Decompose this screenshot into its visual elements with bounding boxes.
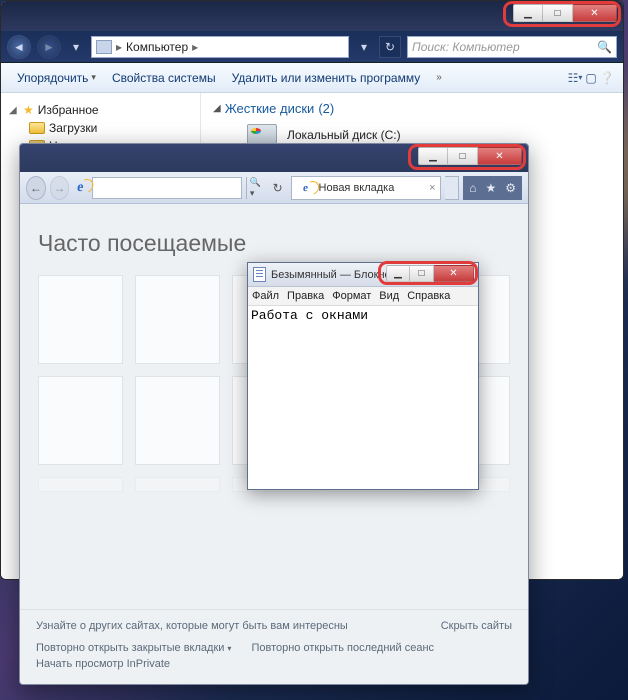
maximize-button[interactable]: □ [448, 147, 478, 165]
close-button[interactable]: ✕ [573, 4, 617, 22]
menu-file[interactable]: Файл [252, 290, 279, 302]
minimize-button[interactable]: ▁ [386, 265, 410, 282]
preview-pane-button[interactable]: ▢ [583, 70, 599, 86]
back-button[interactable]: ← [26, 176, 46, 200]
maximize-button[interactable]: □ [543, 4, 573, 22]
help-button[interactable]: ❔ [599, 70, 615, 86]
site-tile[interactable] [38, 477, 123, 492]
reopen-last-session-link[interactable]: Повторно открыть последний сеанс [251, 642, 434, 654]
search-placeholder: Поиск: Компьютер [412, 40, 520, 54]
site-tile[interactable] [135, 376, 220, 465]
site-tile[interactable] [135, 477, 220, 492]
discover-sites-link[interactable]: Узнайте о других сайтах, которые могут б… [36, 620, 348, 632]
favorites-group[interactable]: ◢ ★ Избранное [7, 101, 194, 119]
address-bar[interactable] [92, 177, 242, 199]
notepad-window: Безымянный — Блокнот ▁ □ ✕ Файл Правка Ф… [247, 262, 479, 490]
site-tile[interactable] [38, 275, 123, 364]
organize-menu[interactable]: Упорядочить▾ [9, 67, 104, 89]
collapse-icon: ◢ [213, 103, 221, 114]
sidebar-item-downloads[interactable]: Загрузки [7, 119, 194, 137]
notepad-menubar: Файл Правка Формат Вид Справка [248, 287, 478, 306]
search-icon: 🔍 [597, 40, 612, 54]
page-heading: Часто посещаемые [38, 230, 510, 257]
reopen-closed-tabs-link[interactable]: Повторно открыть закрытые вкладки▾ [36, 642, 231, 654]
new-tab-button[interactable] [445, 176, 460, 200]
hard-drives-section[interactable]: ◢ Жесткие диски (2) [213, 101, 611, 116]
address-bar[interactable]: ▸ Компьютер ▸ [91, 36, 349, 58]
ie-navbar: ← → e 🔍▾ ↻ e Новая вкладка × ⌂ ★ ⚙ [20, 172, 528, 204]
explorer-toolbar: Упорядочить▾ Свойства системы Удалить ил… [1, 63, 623, 93]
forward-button[interactable]: ► [37, 35, 61, 59]
window-title: Безымянный — Блокнот [271, 269, 395, 281]
menu-format[interactable]: Формат [332, 290, 371, 302]
home-button[interactable]: ⌂ [469, 181, 476, 195]
back-button[interactable]: ◄ [7, 35, 31, 59]
computer-icon [96, 40, 112, 54]
breadcrumb-item[interactable]: Компьютер [126, 40, 188, 54]
search-split-button[interactable]: 🔍▾ [246, 177, 265, 199]
ie-page-footer: Узнайте о других сайтах, которые могут б… [20, 609, 528, 684]
collapse-icon: ◢ [9, 105, 19, 116]
chevron-right-icon: ▸ [116, 40, 122, 54]
explorer-titlebar[interactable]: ▁ □ ✕ [1, 1, 623, 31]
close-button[interactable]: ✕ [434, 265, 474, 282]
forward-button[interactable]: → [50, 176, 70, 200]
toolbar-overflow[interactable]: » [428, 68, 450, 87]
menu-help[interactable]: Справка [407, 290, 450, 302]
maximize-button[interactable]: □ [410, 265, 434, 282]
refresh-button[interactable]: ↻ [269, 177, 287, 199]
site-tile[interactable] [135, 275, 220, 364]
tools-button[interactable]: ⚙ [505, 181, 516, 195]
chevron-right-icon: ▸ [192, 40, 198, 54]
site-tile[interactable] [38, 376, 123, 465]
address-dropdown[interactable]: ▾ [355, 38, 373, 56]
star-icon: ★ [23, 103, 34, 117]
system-properties-button[interactable]: Свойства системы [104, 67, 224, 89]
notepad-titlebar[interactable]: Безымянный — Блокнот ▁ □ ✕ [248, 263, 478, 287]
ie-command-bar: ⌂ ★ ⚙ [463, 176, 522, 200]
chevron-down-icon: ▾ [91, 72, 96, 83]
browser-tab[interactable]: e Новая вкладка × [291, 176, 441, 200]
notepad-editor[interactable] [248, 306, 478, 489]
ie-logo-icon: e [73, 179, 87, 197]
ie-titlebar[interactable]: ▁ □ ✕ [20, 144, 528, 172]
chevron-down-icon: ▾ [227, 644, 231, 653]
inprivate-link[interactable]: Начать просмотр InPrivate [36, 658, 170, 670]
explorer-navbar: ◄ ► ▾ ▸ Компьютер ▸ ▾ ↻ Поиск: Компьютер… [1, 31, 623, 63]
menu-edit[interactable]: Правка [287, 290, 324, 302]
history-dropdown[interactable]: ▾ [67, 38, 85, 56]
minimize-button[interactable]: ▁ [513, 4, 543, 22]
notepad-icon [253, 267, 266, 282]
uninstall-programs-button[interactable]: Удалить или изменить программу [224, 67, 429, 89]
hide-sites-link[interactable]: Скрыть сайты [441, 620, 512, 632]
search-input[interactable]: Поиск: Компьютер 🔍 [407, 36, 617, 58]
favorites-button[interactable]: ★ [485, 181, 496, 195]
menu-view[interactable]: Вид [379, 290, 399, 302]
view-options-button[interactable]: ☷▾ [567, 70, 583, 86]
close-tab-button[interactable]: × [429, 182, 435, 194]
minimize-button[interactable]: ▁ [418, 147, 448, 165]
ie-logo-icon: e [297, 179, 315, 197]
folder-icon [29, 122, 45, 134]
close-button[interactable]: ✕ [478, 147, 522, 165]
refresh-button[interactable]: ↻ [379, 36, 401, 58]
tab-title: Новая вкладка [319, 182, 395, 194]
